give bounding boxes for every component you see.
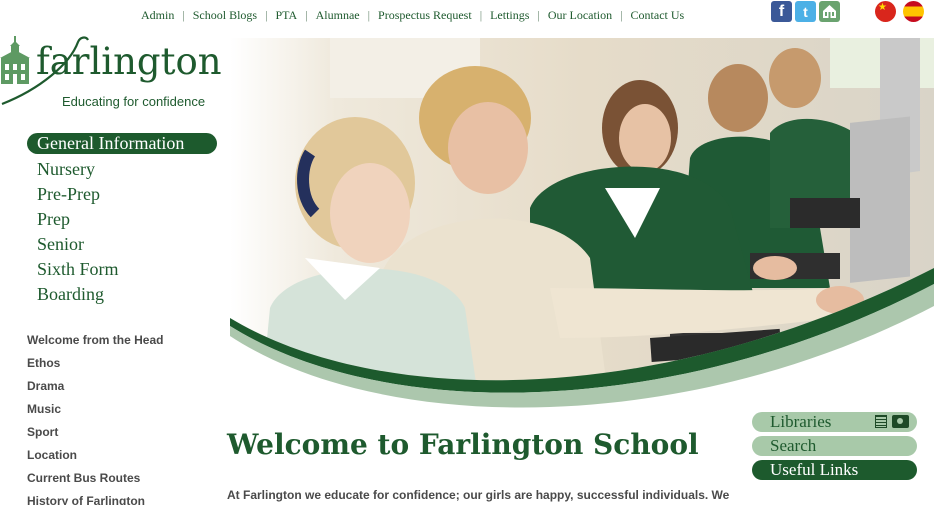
nav-contact-us[interactable]: Contact Us: [631, 8, 685, 23]
logo-tagline: Educating for confidence: [62, 94, 206, 109]
submenu-location[interactable]: Location: [27, 447, 163, 470]
nav-admin[interactable]: Admin: [141, 8, 174, 23]
classroom-photo-illustration: [230, 38, 934, 408]
nav-pta[interactable]: PTA: [276, 8, 298, 23]
hero-photo: [230, 38, 934, 410]
twitter-icon[interactable]: t: [795, 1, 816, 22]
menu-nursery[interactable]: Nursery: [27, 157, 217, 182]
logo-wordmark: farlington: [36, 40, 222, 83]
nav-our-location[interactable]: Our Location: [548, 8, 612, 23]
libraries-icons: [875, 415, 909, 428]
submenu-current-bus-routes[interactable]: Current Bus Routes: [27, 470, 163, 493]
useful-links-button[interactable]: Useful Links: [752, 460, 917, 480]
sub-menu: Welcome from the Head Ethos Drama Music …: [27, 332, 163, 505]
school-logo[interactable]: farlington Educating for confidence: [0, 34, 230, 114]
camera-icon[interactable]: [892, 415, 909, 428]
nav-separator: |: [537, 7, 540, 22]
spanish-flag-icon[interactable]: [903, 1, 924, 22]
menu-senior[interactable]: Senior: [27, 232, 217, 257]
quick-links: Libraries Search Useful Links: [752, 412, 917, 484]
top-navigation: Admin | School Blogs | PTA | Alumnae | Prosp…: [141, 7, 684, 23]
nav-separator: |: [182, 7, 185, 22]
nav-separator: |: [367, 7, 371, 22]
libraries-label: Libraries: [770, 412, 832, 431]
submenu-ethos[interactable]: Ethos: [27, 355, 163, 378]
page-title: Welcome to Farlington School: [227, 428, 699, 461]
nav-prospectus-request[interactable]: Prospectus Request: [378, 8, 472, 23]
menu-boarding[interactable]: Boarding: [27, 282, 217, 307]
social-links: f t: [771, 1, 840, 22]
nav-school-blogs[interactable]: School Blogs: [193, 8, 257, 23]
submenu-welcome-from-the-head[interactable]: Welcome from the Head: [27, 332, 163, 355]
language-flags: ★: [875, 1, 924, 22]
submenu-sport[interactable]: Sport: [27, 424, 163, 447]
menu-sixth-form[interactable]: Sixth Form: [27, 257, 217, 282]
nav-separator: |: [620, 7, 623, 22]
nav-separator: |: [479, 7, 483, 22]
search-button[interactable]: Search: [752, 436, 917, 456]
facebook-icon[interactable]: f: [771, 1, 792, 22]
libraries-button[interactable]: Libraries: [752, 412, 917, 432]
nav-separator: |: [305, 7, 308, 22]
chinese-flag-icon[interactable]: ★: [875, 1, 896, 22]
menu-general-information[interactable]: General Information: [27, 133, 217, 154]
nav-separator: |: [265, 7, 268, 22]
submenu-music[interactable]: Music: [27, 401, 163, 424]
submenu-drama[interactable]: Drama: [27, 378, 163, 401]
main-menu: General Information Nursery Pre-Prep Pre…: [27, 133, 217, 307]
list-icon[interactable]: [875, 415, 887, 428]
school-building-icon[interactable]: [819, 1, 840, 22]
menu-prep[interactable]: Prep: [27, 207, 217, 232]
nav-alumnae[interactable]: Alumnae: [316, 8, 360, 23]
nav-lettings[interactable]: Lettings: [490, 8, 529, 23]
intro-paragraph: At Farlington we educate for confidence;…: [227, 488, 730, 502]
menu-pre-prep[interactable]: Pre-Prep: [27, 182, 217, 207]
submenu-history-of-farlington[interactable]: History of Farlington: [27, 493, 163, 505]
